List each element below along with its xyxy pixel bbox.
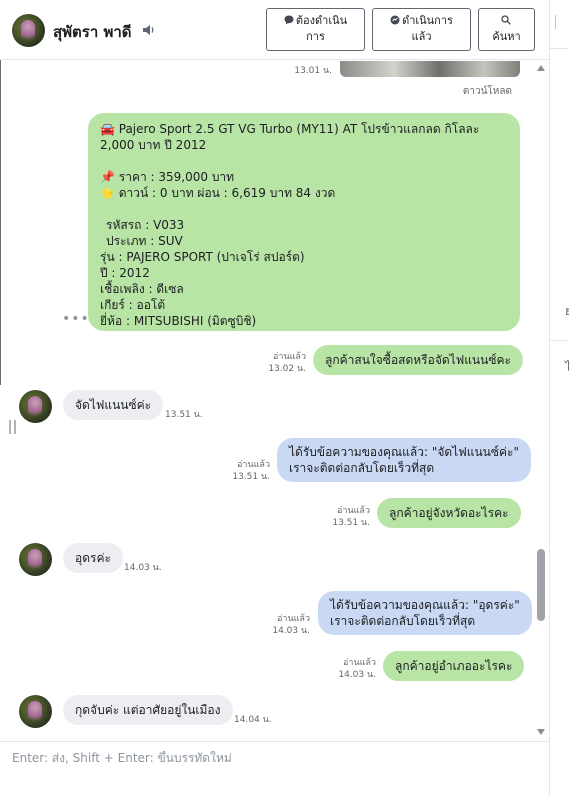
product-type: ประเภท : SUV: [106, 234, 183, 248]
auto-reply-line: เราจะติดต่อกลับโดยเร็วที่สุด: [330, 614, 476, 628]
search-icon: [500, 15, 511, 25]
incoming-message: อุดรค่ะ: [63, 543, 123, 573]
read-status: อ่านแล้ว: [343, 658, 376, 668]
outgoing-message: ลูกค้าอยู่อำเภออะไรคะ: [383, 651, 525, 681]
outgoing-message: ลูกค้าสนใจซื้อสดหรือจัดไฟแนนซ์คะ: [313, 345, 523, 375]
pending-label-2: การ: [306, 30, 325, 43]
message-time: 13.51 น.: [165, 410, 203, 420]
product-price: 📌 ราคา : 359,000 บาท: [100, 170, 235, 184]
incoming-message: จัดไฟแนนซ์ค่ะ: [63, 390, 164, 420]
pending-button[interactable]: ต้องดำเนิน การ: [266, 8, 365, 51]
car-photo-attachment[interactable]: [340, 61, 520, 77]
done-label-1: ดำเนินการ: [402, 14, 453, 27]
message-time: 14.03 น.: [272, 626, 310, 636]
message-time: 14.04 น.: [234, 715, 272, 725]
product-title: 🚘 Pajero Sport 2.5 GT VG Turbo (MY11) AT…: [100, 122, 480, 152]
conversation-header: สุพัตรา พาดี ต้องดำเนิน การ ดำเนินการ แล…: [0, 0, 549, 60]
side-panel-fragment: ย: [565, 304, 569, 318]
speaker-icon[interactable]: [142, 23, 156, 37]
message-composer: [0, 741, 549, 796]
message-time: 14.03 น.: [338, 670, 376, 680]
side-panel-divider: [555, 15, 556, 29]
product-message: 🚘 Pajero Sport 2.5 GT VG Turbo (MY11) AT…: [88, 113, 520, 331]
product-brand: ยี่ห้อ : MITSUBISHI (มิตซูบิชิ): [100, 314, 257, 328]
chat-bubble-icon: [390, 15, 400, 25]
chat-bubble-icon: [284, 15, 294, 25]
side-panel-fragment: ไ: [565, 360, 569, 374]
thread-scrollbar[interactable]: [533, 61, 549, 741]
scroll-up-icon[interactable]: [537, 65, 545, 71]
pending-label-1: ต้องดำเนิน: [295, 14, 348, 27]
search-button[interactable]: ค้นหา: [478, 8, 535, 51]
more-icon[interactable]: •••: [62, 311, 90, 327]
scroll-down-icon[interactable]: [537, 729, 545, 735]
product-gear: เกียร์ : ออโต้: [100, 298, 166, 312]
side-panel-separator: [550, 48, 569, 49]
read-status: อ่านแล้ว: [337, 506, 370, 516]
outgoing-message: ลูกค้าอยู่จังหวัดอะไรคะ: [377, 498, 521, 528]
side-panel-separator: [550, 340, 569, 341]
product-year: ปี : 2012: [100, 266, 150, 280]
side-panel: ย ไ: [549, 0, 569, 796]
message-time: 13.51 น.: [332, 518, 370, 528]
message-time: 13.02 น.: [268, 364, 306, 374]
avatar[interactable]: [19, 543, 52, 576]
product-fuel: เชื้อเพลิง : ดีเซล: [100, 282, 184, 296]
avatar[interactable]: [12, 14, 45, 47]
contact-name[interactable]: สุพัตรา พาดี: [53, 20, 132, 44]
incoming-message: กุดจับค่ะ แต่อาศัยอยู่ในเมือง: [63, 695, 233, 725]
read-status: อ่านแล้ว: [237, 460, 270, 470]
message-time: 13.01 น.: [294, 66, 332, 76]
product-code: รหัสรถ : V033: [106, 218, 185, 232]
download-link[interactable]: ดาวน์โหลด: [440, 86, 512, 98]
auto-reply-line: เราจะติดต่อกลับโดยเร็วที่สุด: [289, 461, 435, 475]
avatar[interactable]: [19, 695, 52, 728]
message-thread[interactable]: 13.01 น. ดาวน์โหลด 🚘 Pajero Sport 2.5 GT…: [0, 61, 533, 741]
auto-reply-message: ได้รับข้อความของคุณแล้ว: "อุดรค่ะ" เราจะ…: [318, 591, 532, 635]
avatar[interactable]: [19, 390, 52, 423]
message-time: 14.03 น.: [124, 563, 162, 573]
message-time: 13.51 น.: [232, 472, 270, 482]
read-status: อ่านแล้ว: [273, 352, 306, 362]
product-model: รุ่น : PAJERO SPORT (ปาเจโร่ สปอร์ต): [100, 250, 305, 264]
scroll-thumb[interactable]: [537, 549, 545, 621]
auto-reply-message: ได้รับข้อความของคุณแล้ว: "จัดไฟแนนซ์ค่ะ"…: [277, 438, 531, 482]
product-down-payment: ⭐ ดาวน์ : 0 บาท ผ่อน : 6,619 บาท 84 งวด: [100, 186, 336, 200]
done-button[interactable]: ดำเนินการ แล้ว: [372, 8, 471, 51]
auto-reply-line: ได้รับข้อความของคุณแล้ว: "อุดรค่ะ": [330, 598, 520, 612]
read-status: อ่านแล้ว: [277, 614, 310, 624]
auto-reply-line: ได้รับข้อความของคุณแล้ว: "จัดไฟแนนซ์ค่ะ": [289, 445, 519, 459]
search-label: ค้นหา: [492, 30, 521, 43]
done-label-2: แล้ว: [411, 30, 432, 43]
message-input[interactable]: [12, 751, 532, 765]
